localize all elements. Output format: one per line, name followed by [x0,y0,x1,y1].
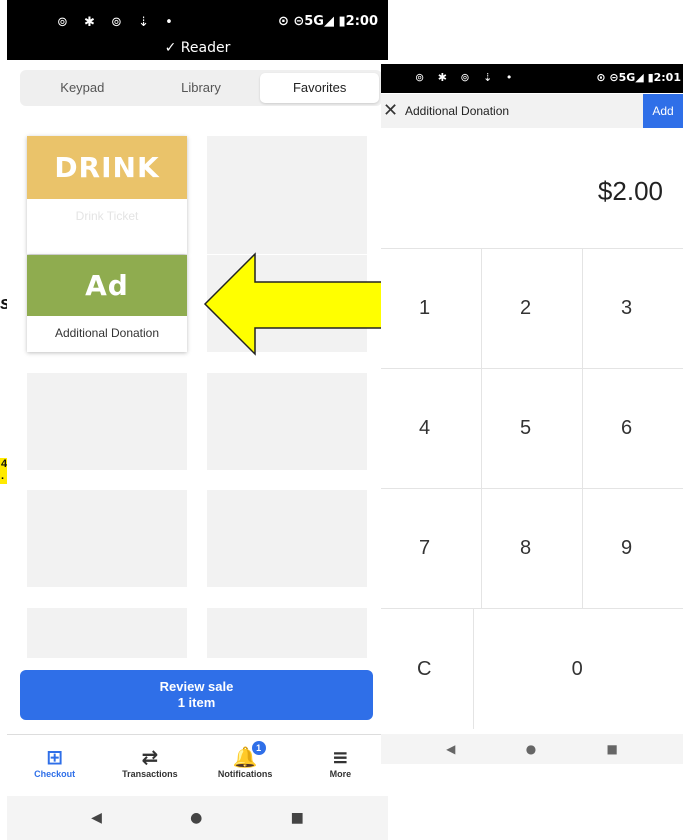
key-3[interactable]: 3 [583,249,683,369]
nav-label: Checkout [34,769,76,779]
key-7[interactable]: 7 [381,489,482,609]
checkout-screen: ⊚ ✱ ⊚ ⇣ • ⊙ ⊝5G◢ ▮2:00 ✓ Reader Keypad L… [7,0,388,840]
review-sale-count: 1 item [177,695,216,710]
empty-tile[interactable] [207,373,367,470]
close-icon[interactable]: ✕ [383,100,398,121]
nav-label: Transactions [122,769,178,779]
home-icon[interactable]: ● [526,742,536,756]
tab-library[interactable]: Library [142,73,261,103]
bell-icon: 🔔 1 [233,741,266,769]
status-time: ⊙ ⊝5G◢ ▮2:00 [277,14,378,29]
yellow-arrow-annotation [203,252,388,356]
status-icons: ⊚ ✱ ⊚ ⇣ • [415,71,518,84]
nav-label: Notifications [217,769,273,779]
item-tile-additional-donation[interactable]: Ad Additional Donation [27,255,187,352]
back-icon[interactable]: ◀ [446,742,455,756]
notification-badge: 1 [251,741,266,755]
key-1[interactable]: 1 [381,249,482,369]
status-bar: ⊚ ✱ ⊚ ⇣ • ⊙ ⊝5G◢ ▮2:01 [381,64,683,93]
key-5[interactable]: 5 [482,369,583,489]
transfer-arrows-icon: ⇄ [141,745,159,769]
amount-display: $2.00 [597,176,663,206]
nav-notifications[interactable]: 🔔 1 Notifications [198,735,293,796]
key-clear[interactable]: C [381,609,474,729]
recent-apps-icon[interactable]: ■ [291,810,304,826]
home-icon[interactable]: ● [190,810,202,826]
empty-tile[interactable] [27,373,187,470]
key-2[interactable]: 2 [482,249,583,369]
status-time: ⊙ ⊝5G◢ ▮2:01 [596,71,681,84]
tile-banner: Ad [27,255,187,316]
key-9[interactable]: 9 [583,489,683,609]
item-header: ✕ Additional Donation Add [381,94,683,128]
system-navigation: ◀ ● ■ [381,734,683,764]
bottom-navigation: ⊞ Checkout ⇄ Transactions 🔔 1 Notificati… [7,734,388,796]
empty-tile[interactable] [207,608,367,658]
tab-favorites[interactable]: Favorites [260,73,380,103]
keypad-row: 7 8 9 [381,489,683,609]
status-bar: ⊚ ✱ ⊚ ⇣ • ⊙ ⊝5G◢ ▮2:00 ✓ Reader [7,0,388,60]
nav-label: More [329,769,352,779]
empty-tile[interactable] [27,608,187,658]
empty-tile[interactable] [207,136,367,254]
keypad-row: 1 2 3 [381,249,683,369]
reader-status[interactable]: ✓ Reader [7,40,388,56]
key-6[interactable]: 6 [583,369,683,489]
system-navigation: ◀ ● ■ [7,796,388,840]
keypad-row: C 0 [381,609,683,729]
empty-tile[interactable] [207,490,367,587]
tile-name: Drink Ticket [75,209,139,223]
item-tile-drink[interactable]: DRINK Drink Ticket [27,136,187,254]
nav-checkout[interactable]: ⊞ Checkout [7,735,102,796]
tab-keypad[interactable]: Keypad [23,73,142,103]
review-sale-button[interactable]: Review sale 1 item [20,670,373,720]
key-8[interactable]: 8 [482,489,583,609]
grid-icon: ⊞ [46,745,63,769]
back-icon[interactable]: ◀ [91,810,102,826]
page: s 4 . ⊚ ✱ ⊚ ⇣ • ⊙ ⊝5G◢ ▮2:00 ✓ Reader Ke… [0,0,683,840]
status-icons: ⊚ ✱ ⊚ ⇣ • [57,15,179,30]
nav-transactions[interactable]: ⇄ Transactions [102,735,197,796]
item-title: Additional Donation [405,104,510,118]
amount-entry-screen: ⊚ ✱ ⊚ ⇣ • ⊙ ⊝5G◢ ▮2:01 ✕ Additional Dona… [381,64,683,769]
keypad-row: 4 5 6 [381,369,683,489]
view-tabs: Keypad Library Favorites [20,70,382,106]
tile-name: Additional Donation [54,326,160,340]
recent-apps-icon[interactable]: ■ [607,742,618,756]
tile-banner: DRINK [27,136,187,199]
add-button[interactable]: Add [643,94,683,128]
empty-tile[interactable] [27,490,187,587]
key-4[interactable]: 4 [381,369,482,489]
keypad: 1 2 3 4 5 6 7 8 9 C 0 [381,248,683,729]
review-sale-label: Review sale [159,679,234,694]
key-0[interactable]: 0 [474,609,683,729]
nav-more[interactable]: ≡ More [293,735,388,796]
menu-icon: ≡ [331,745,349,769]
